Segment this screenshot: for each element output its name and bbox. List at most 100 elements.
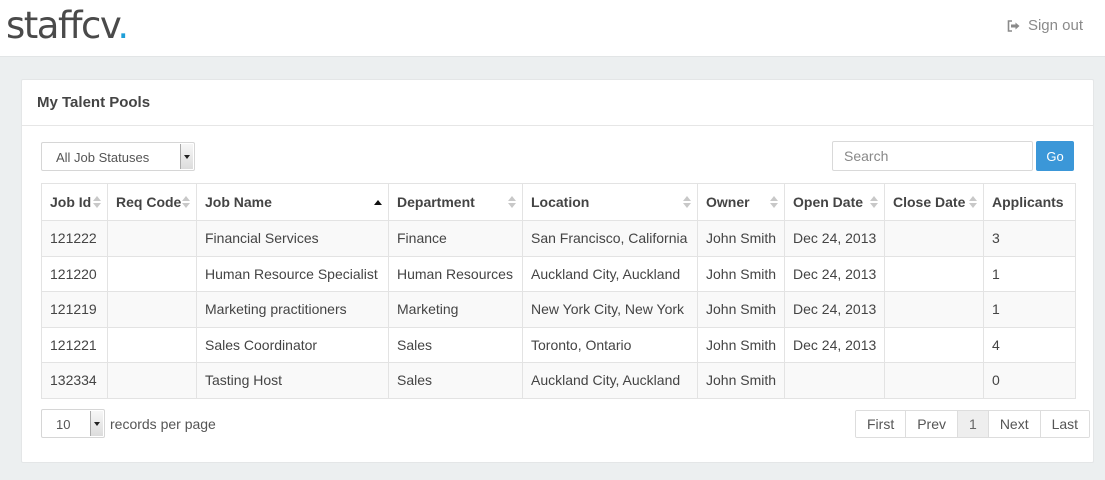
pagination-last-button[interactable]: Last bbox=[1039, 411, 1090, 437]
column-label: Location bbox=[531, 194, 590, 210]
cell-owner: John Smith bbox=[697, 220, 785, 257]
cell-applicants: 4 bbox=[983, 326, 1076, 363]
cell-owner: John Smith bbox=[697, 326, 785, 363]
cell-owner: John Smith bbox=[697, 362, 785, 399]
go-button[interactable]: Go bbox=[1036, 141, 1074, 171]
column-header-applicants[interactable]: Applicants bbox=[983, 183, 1076, 221]
cell-close-date bbox=[884, 220, 984, 257]
jobs-table: Job Id Req Code Job Name Department Loca… bbox=[41, 183, 1076, 399]
table-row[interactable]: 121219 Marketing practitioners Marketing… bbox=[41, 291, 1076, 328]
cell-department: Sales bbox=[388, 326, 523, 363]
cell-close-date bbox=[884, 326, 984, 363]
column-label: Req Code bbox=[116, 194, 182, 210]
sort-icon bbox=[508, 196, 516, 208]
pagination-first-button[interactable]: First bbox=[856, 411, 906, 437]
pagination-prev-button[interactable]: Prev bbox=[905, 411, 958, 437]
cell-location: San Francisco, California bbox=[522, 220, 698, 257]
cell-job-name[interactable]: Human Resource Specialist bbox=[196, 255, 389, 292]
panel-title: My Talent Pools bbox=[37, 94, 151, 111]
cell-open-date bbox=[784, 362, 885, 399]
cell-close-date bbox=[884, 362, 984, 399]
cell-req-code bbox=[107, 255, 197, 292]
cell-open-date: Dec 24, 2013 bbox=[784, 326, 885, 363]
job-status-selected: All Job Statuses bbox=[56, 150, 150, 165]
cell-location: Auckland City, Auckland bbox=[522, 362, 698, 399]
column-header-owner[interactable]: Owner bbox=[697, 183, 785, 221]
cell-job-id: 121221 bbox=[41, 326, 108, 363]
cell-department: Finance bbox=[388, 220, 523, 257]
column-header-department[interactable]: Department bbox=[388, 183, 523, 221]
column-header-close-date[interactable]: Close Date bbox=[884, 183, 984, 221]
sort-ascending-icon bbox=[374, 196, 382, 208]
column-label: Job Name bbox=[205, 194, 272, 210]
cell-req-code bbox=[107, 291, 197, 328]
table-row[interactable]: 121220 Human Resource Specialist Human R… bbox=[41, 255, 1076, 292]
column-label: Job Id bbox=[50, 194, 92, 210]
records-per-page-label: records per page bbox=[110, 416, 216, 432]
cell-applicants: 1 bbox=[983, 255, 1076, 292]
column-header-location[interactable]: Location bbox=[522, 183, 698, 221]
top-bar: staffcv. Sign out bbox=[0, 0, 1105, 57]
sort-icon bbox=[182, 196, 190, 208]
column-label: Applicants bbox=[992, 194, 1064, 210]
table-row[interactable]: 121221 Sales Coordinator Sales Toronto, … bbox=[41, 326, 1076, 363]
cell-job-id: 121219 bbox=[41, 291, 108, 328]
sort-icon bbox=[870, 196, 878, 208]
sign-out-label: Sign out bbox=[1027, 17, 1083, 34]
cell-req-code bbox=[107, 220, 197, 257]
column-header-job-id[interactable]: Job Id bbox=[41, 183, 108, 221]
cell-req-code bbox=[107, 362, 197, 399]
cell-job-id: 121222 bbox=[41, 220, 108, 257]
column-header-job-name[interactable]: Job Name bbox=[196, 183, 389, 221]
cell-applicants: 3 bbox=[983, 220, 1076, 257]
cell-job-name[interactable]: Financial Services bbox=[196, 220, 389, 257]
sign-out-link[interactable]: Sign out bbox=[1007, 17, 1083, 34]
cell-job-name[interactable]: Tasting Host bbox=[196, 362, 389, 399]
search-input[interactable] bbox=[832, 141, 1033, 171]
cell-location: Auckland City, Auckland bbox=[522, 255, 698, 292]
cell-open-date: Dec 24, 2013 bbox=[784, 291, 885, 328]
staffcv-logo[interactable]: staffcv. bbox=[6, 4, 129, 48]
column-header-open-date[interactable]: Open Date bbox=[784, 183, 885, 221]
cell-job-name[interactable]: Sales Coordinator bbox=[196, 326, 389, 363]
cell-owner: John Smith bbox=[697, 255, 785, 292]
talent-pools-panel: My Talent Pools All Job Statuses Go Job … bbox=[21, 79, 1094, 463]
cell-location: New York City, New York bbox=[522, 291, 698, 328]
pagination-page-current[interactable]: 1 bbox=[957, 411, 988, 437]
cell-department: Marketing bbox=[388, 291, 523, 328]
cell-department: Human Resources bbox=[388, 255, 523, 292]
table-header-row: Job Id Req Code Job Name Department Loca… bbox=[41, 183, 1076, 221]
cell-close-date bbox=[884, 291, 984, 328]
column-label: Department bbox=[397, 194, 475, 210]
sort-icon bbox=[770, 196, 778, 208]
cell-applicants: 0 bbox=[983, 362, 1076, 399]
records-per-page-select[interactable]: 10 bbox=[41, 409, 105, 438]
column-label: Open Date bbox=[793, 194, 864, 210]
cell-job-id: 132334 bbox=[41, 362, 108, 399]
cell-location: Toronto, Ontario bbox=[522, 326, 698, 363]
column-label: Owner bbox=[706, 194, 750, 210]
table-row[interactable]: 132334 Tasting Host Sales Auckland City,… bbox=[41, 362, 1076, 399]
cell-applicants: 1 bbox=[983, 291, 1076, 328]
pagination-next-button[interactable]: Next bbox=[987, 411, 1040, 437]
cell-job-name[interactable]: Marketing practitioners bbox=[196, 291, 389, 328]
logo-dot: . bbox=[117, 4, 129, 47]
sort-icon bbox=[93, 196, 101, 208]
cell-job-id: 121220 bbox=[41, 255, 108, 292]
sort-icon bbox=[683, 196, 691, 208]
sign-out-icon bbox=[1007, 19, 1020, 32]
cell-owner: John Smith bbox=[697, 291, 785, 328]
cell-open-date: Dec 24, 2013 bbox=[784, 220, 885, 257]
panel-divider bbox=[22, 125, 1093, 126]
chevron-down-icon bbox=[90, 411, 103, 436]
sort-icon bbox=[969, 196, 977, 208]
table-row[interactable]: 121222 Financial Services Finance San Fr… bbox=[41, 220, 1076, 257]
cell-req-code bbox=[107, 326, 197, 363]
cell-open-date: Dec 24, 2013 bbox=[784, 255, 885, 292]
pagination: First Prev 1 Next Last bbox=[855, 410, 1091, 438]
cell-department: Sales bbox=[388, 362, 523, 399]
job-status-select[interactable]: All Job Statuses bbox=[41, 142, 195, 171]
column-header-req-code[interactable]: Req Code bbox=[107, 183, 197, 221]
chevron-down-icon bbox=[180, 144, 193, 169]
records-per-page-value: 10 bbox=[56, 417, 71, 432]
